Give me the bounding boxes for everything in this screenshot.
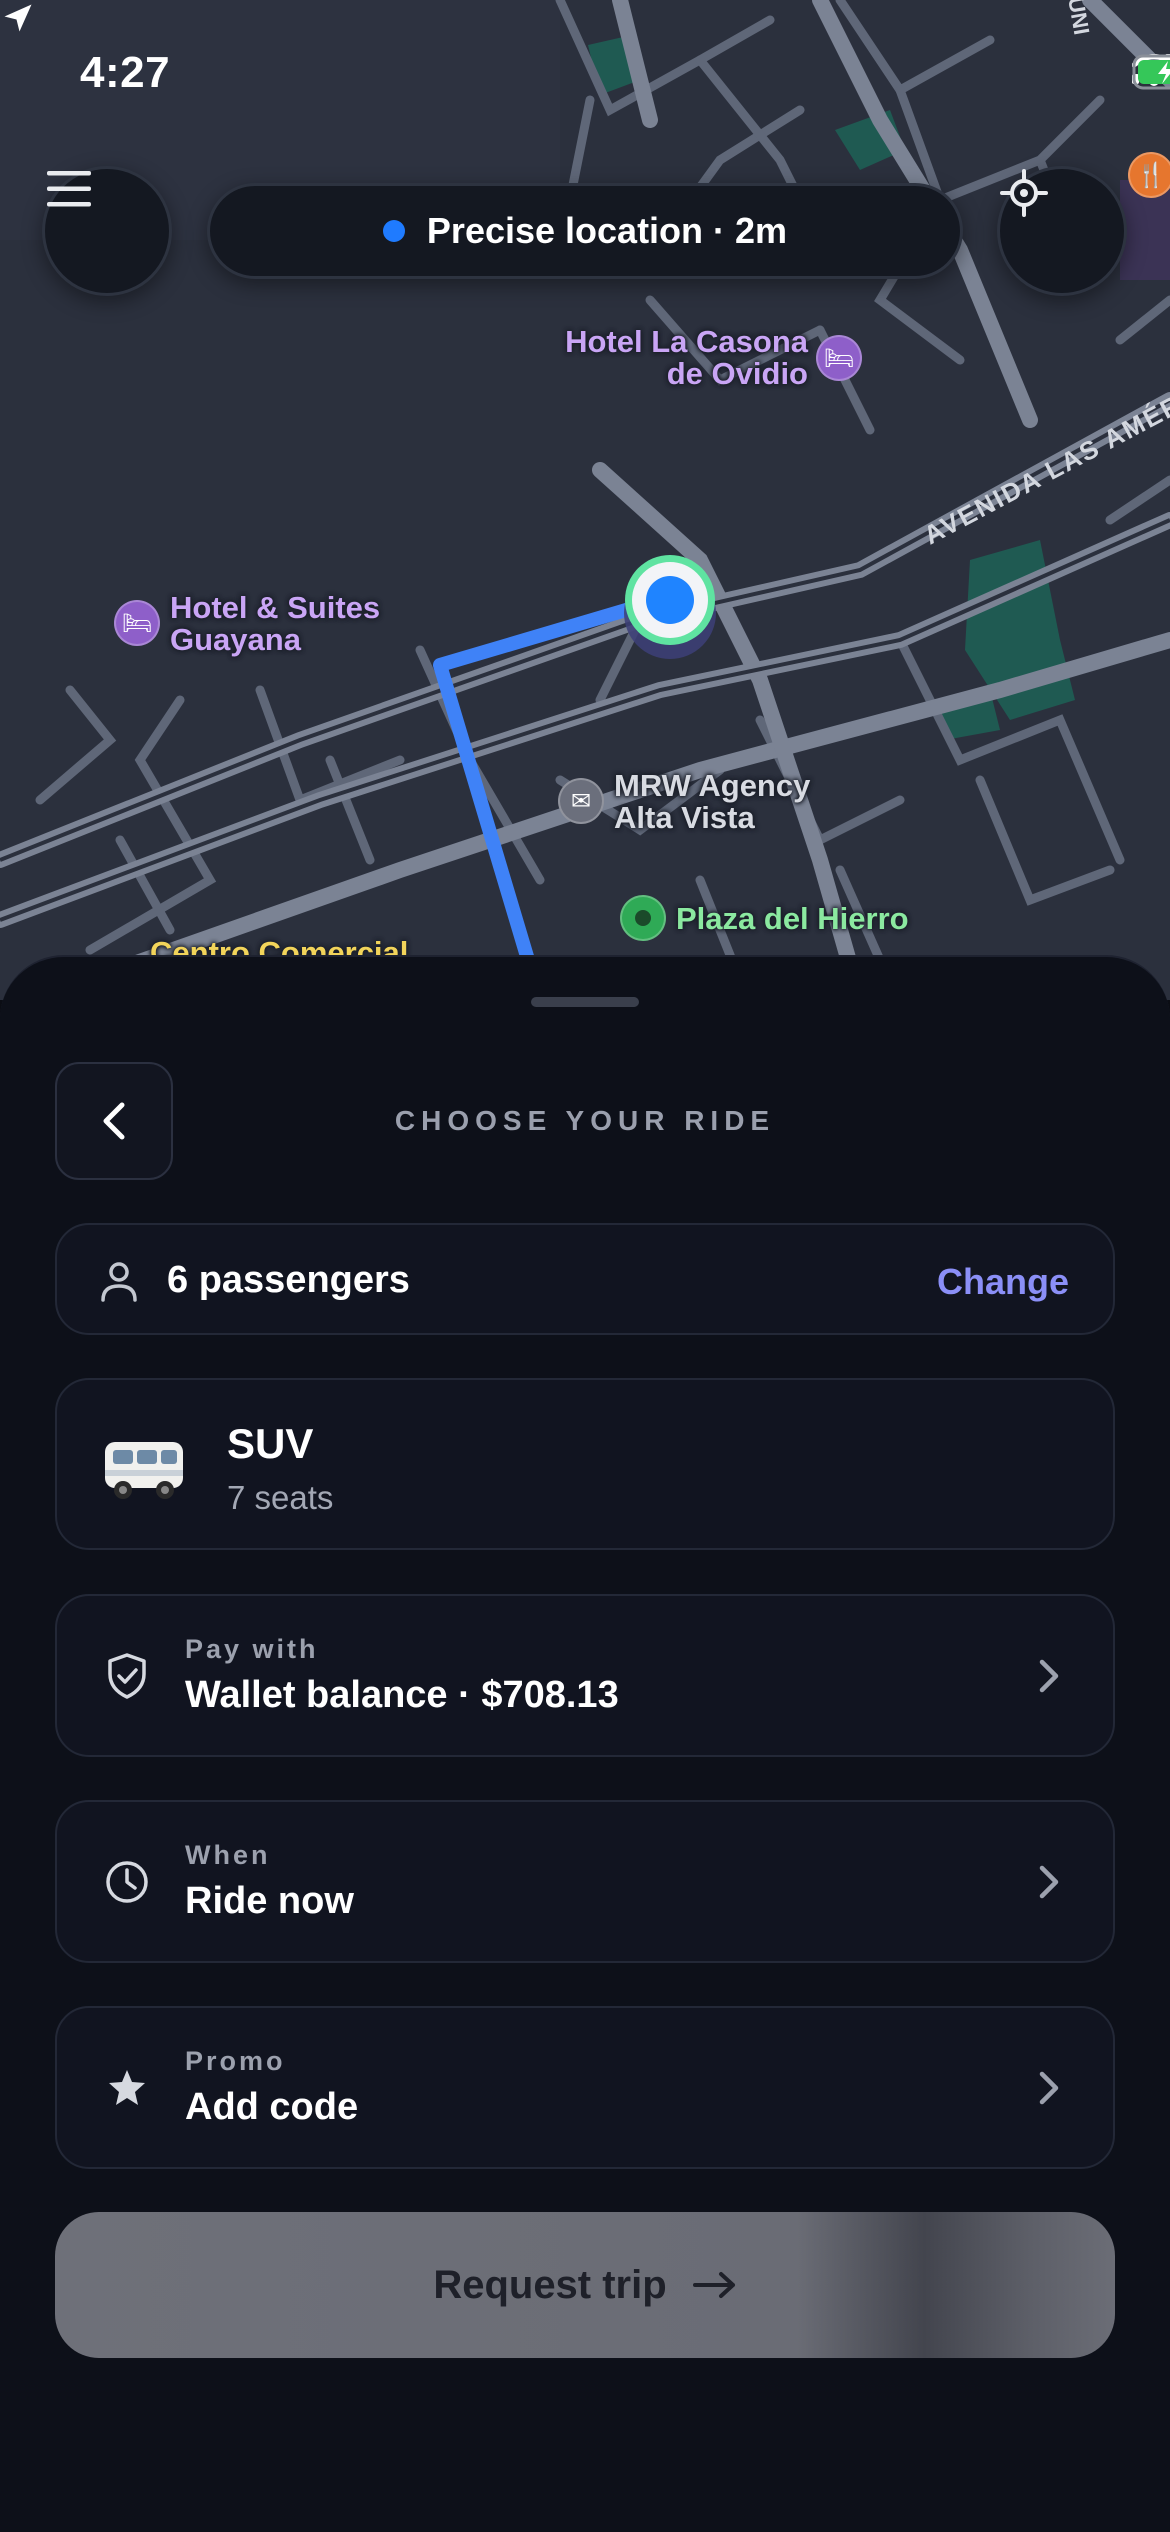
poi-hotel-suites-guayana[interactable]: Hotel & Suites Guayana — [170, 592, 380, 656]
passengers-count: 6 passengers — [167, 1259, 410, 1301]
request-trip-label: Request trip — [433, 2262, 667, 2307]
schedule-value: Ride now — [185, 1880, 354, 1922]
poi-label-line: Hotel La Casona — [565, 324, 808, 359]
shield-check-icon — [108, 1653, 146, 1699]
promo-row[interactable]: Promo Add code — [55, 2006, 1115, 2169]
recenter-icon — [1000, 169, 1048, 217]
location-accuracy-text: Precise location · 2m — [426, 210, 788, 251]
menu-button[interactable] — [42, 166, 172, 296]
ride-seats: 7 seats — [227, 1479, 334, 1516]
park-icon[interactable] — [620, 895, 666, 941]
poi-label-line: Alta Vista — [614, 800, 755, 835]
promo-value: Add code — [185, 2086, 359, 2128]
ride-sheet: CHOOSE YOUR RIDE 6 passengers Change SUV… — [0, 955, 1170, 2532]
status-time: 4:27 — [80, 48, 171, 97]
location-dot — [382, 220, 405, 242]
poi-plaza-del-hierro[interactable]: Plaza del Hierro — [676, 903, 909, 935]
star-icon — [109, 2070, 145, 2105]
status-bar: 4:27 — [0, 0, 1170, 150]
chevron-right-icon — [1039, 1659, 1059, 1693]
menu-icon — [47, 171, 91, 207]
battery-icon — [1132, 54, 1170, 90]
sheet-grabber[interactable] — [531, 997, 639, 1007]
chevron-right-icon — [1039, 1865, 1059, 1899]
restaurant-icon[interactable]: 🍴 — [1128, 152, 1170, 198]
current-location-pin[interactable] — [615, 545, 725, 665]
recenter-button[interactable] — [997, 166, 1127, 296]
payment-label: Pay with — [185, 1634, 319, 1664]
ride-option-suv[interactable]: SUV 7 seats — [55, 1378, 1115, 1550]
change-passengers-link[interactable]: Change — [937, 1261, 1069, 1303]
chevron-right-icon — [1039, 2071, 1059, 2105]
poi-label-line: Guayana — [170, 622, 301, 657]
poi-label-line: Hotel & Suites — [170, 590, 381, 625]
location-accuracy-pill[interactable]: Precise location · 2m — [207, 183, 963, 279]
request-trip-button[interactable]: Request trip — [55, 2212, 1115, 2358]
hotel-icon[interactable]: 🛏 — [114, 600, 160, 646]
location-arrow-icon — [4, 4, 32, 32]
poi-mrw-agency[interactable]: MRW Agency Alta Vista — [614, 770, 810, 834]
poi-label-line: MRW Agency — [614, 768, 811, 803]
payment-row[interactable]: Pay with Wallet balance · $708.13 — [55, 1594, 1115, 1757]
arrow-right-icon — [692, 2272, 735, 2298]
person-icon — [101, 1262, 137, 1302]
passengers-row: 6 passengers Change — [55, 1223, 1115, 1335]
schedule-row[interactable]: When Ride now — [55, 1800, 1115, 1963]
clock-icon — [106, 1861, 148, 1903]
ride-name: SUV — [227, 1420, 314, 1467]
poi-label-line: de Ovidio — [666, 356, 808, 391]
hotel-icon[interactable]: 🛏 — [816, 335, 862, 381]
promo-label: Promo — [185, 2046, 286, 2076]
sheet-title: CHOOSE YOUR RIDE — [394, 1105, 776, 1136]
poi-hotel-la-casona[interactable]: Hotel La Casona de Ovidio — [548, 326, 808, 390]
map-view[interactable]: AVENIDA LAS AMÉRIC UNI Hotel La Casona d… — [0, 0, 1170, 1000]
map-streets: AVENIDA LAS AMÉRIC UNI — [0, 0, 1170, 1000]
mail-icon[interactable]: ✉ — [558, 778, 604, 824]
payment-value: Wallet balance · $708.13 — [185, 1674, 619, 1716]
suv-van-icon — [105, 1442, 183, 1499]
schedule-label: When — [185, 1840, 271, 1870]
